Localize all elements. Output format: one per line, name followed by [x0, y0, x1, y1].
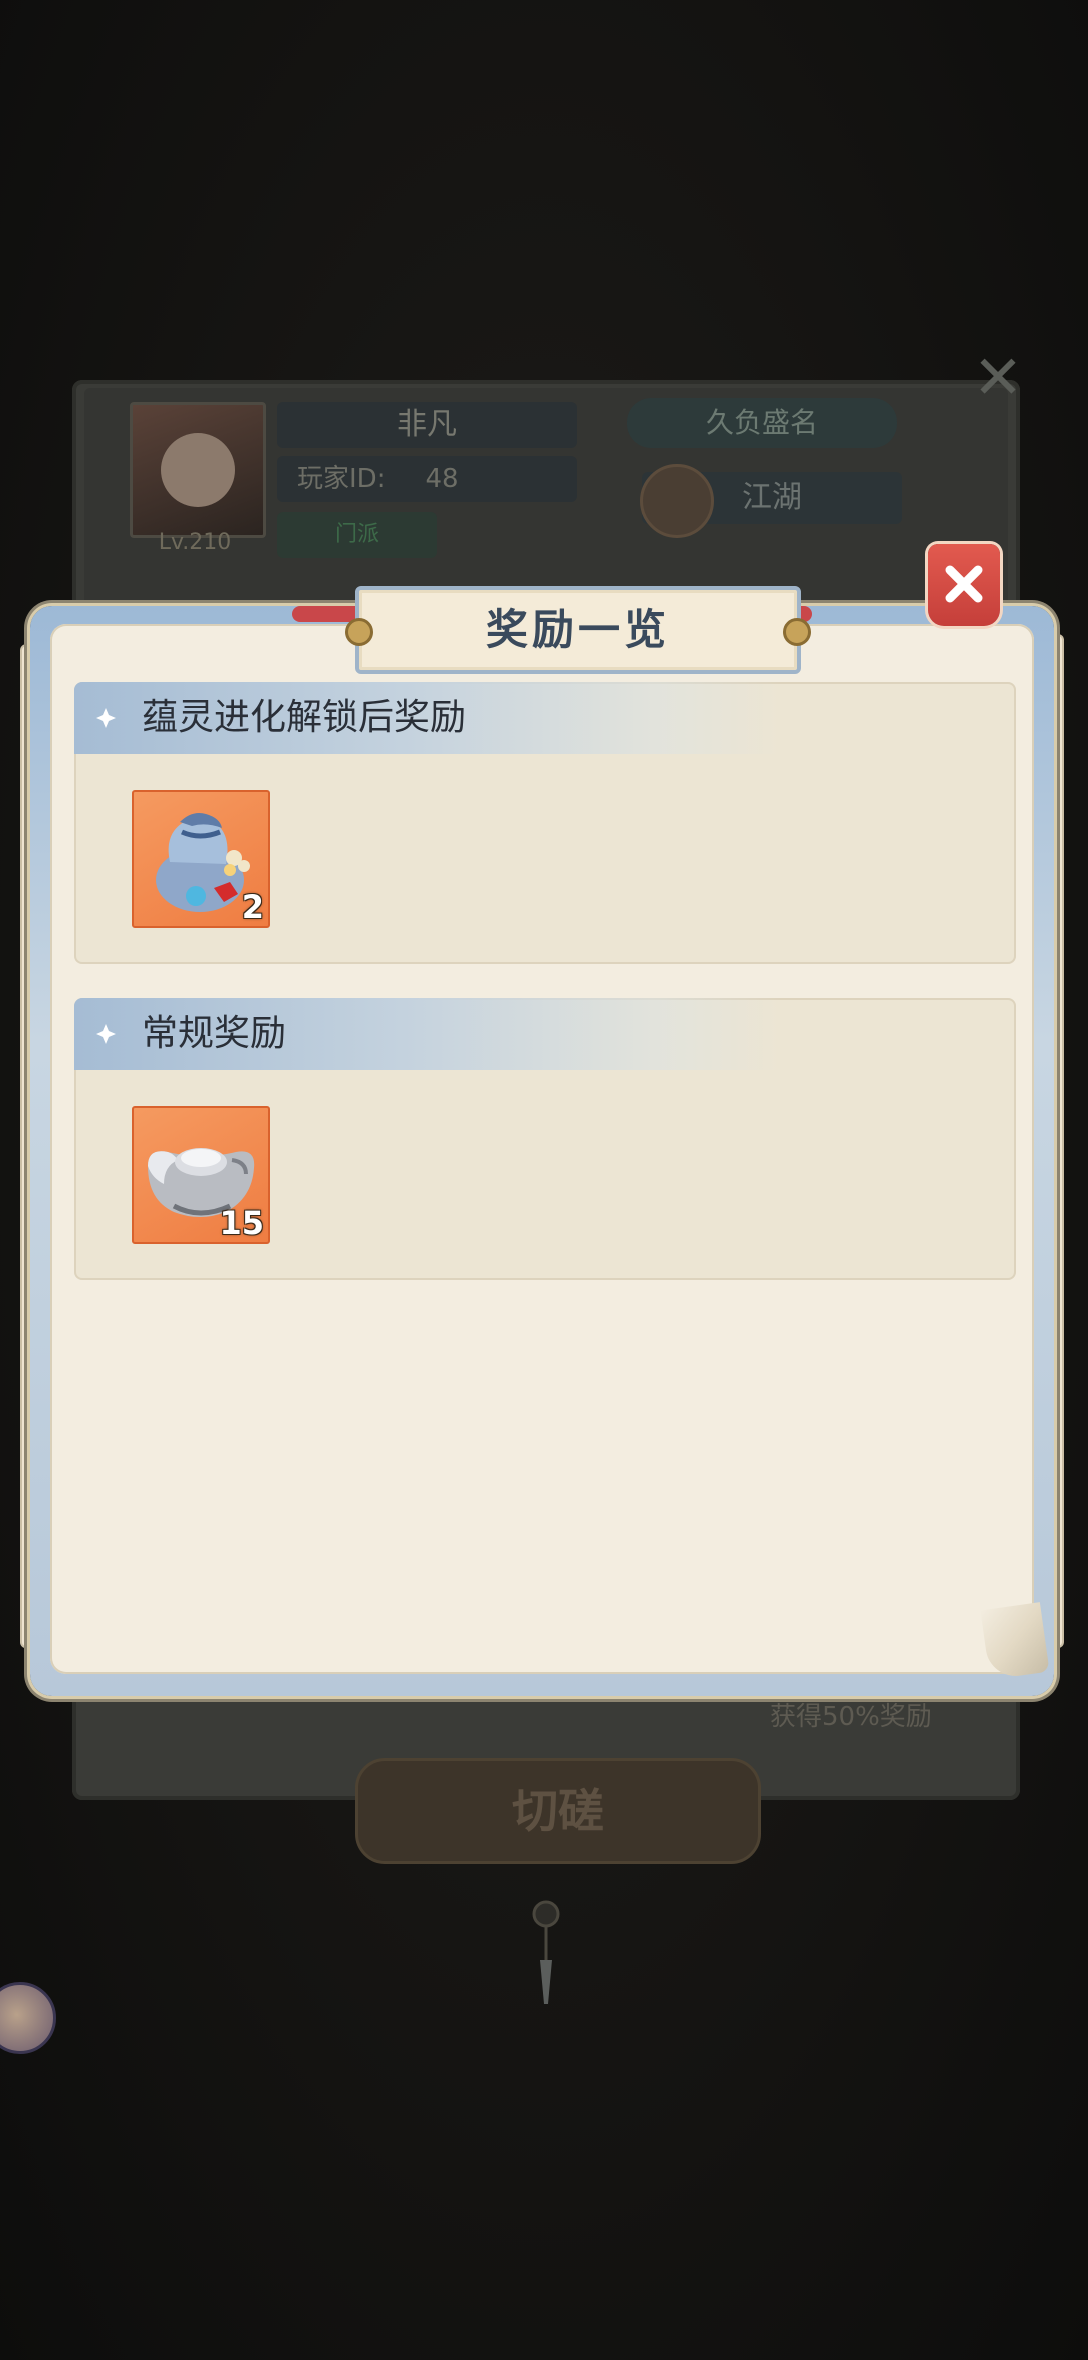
- reward-section-regular: 常规奖励 15: [74, 998, 1016, 1280]
- sparkle-icon: [96, 708, 116, 728]
- player-id: 玩家ID: 48: [277, 456, 577, 502]
- reward-dialog: 奖励一览 蕴灵进化解锁后奖励 2 常规奖励 15: [22, 544, 1062, 1696]
- section-title: 常规奖励: [142, 1013, 287, 1054]
- sparkle-icon: [96, 1024, 116, 1044]
- close-button[interactable]: [928, 544, 1000, 626]
- player-avatar: [130, 402, 266, 538]
- item-count: 2: [241, 888, 264, 926]
- player-level: Lv.210: [158, 530, 232, 555]
- reward-note: 获得50%奖励: [770, 1702, 932, 1732]
- player-id-value: 48: [425, 464, 459, 494]
- player-title-badge: 久负盛名: [627, 398, 897, 448]
- close-icon: [945, 565, 983, 603]
- tassel-ornament: [532, 1900, 560, 2004]
- section-title: 蕴灵进化解锁后奖励: [142, 697, 467, 738]
- sect-emblem-icon: [640, 464, 714, 538]
- player-id-label: 玩家ID:: [297, 464, 386, 494]
- spar-button: 切磋: [355, 1758, 761, 1864]
- dialog-title: 奖励一览: [345, 586, 811, 674]
- reward-section-evolution: 蕴灵进化解锁后奖励 2: [74, 682, 1016, 964]
- player-name: 非凡: [277, 402, 577, 448]
- reward-item-pouch[interactable]: 2: [132, 790, 270, 928]
- player-sect-tag: 门派: [277, 512, 437, 558]
- reward-item-silver[interactable]: 15: [132, 1106, 270, 1244]
- item-count: 15: [219, 1204, 264, 1242]
- background-close-icon: ✕: [972, 343, 1024, 413]
